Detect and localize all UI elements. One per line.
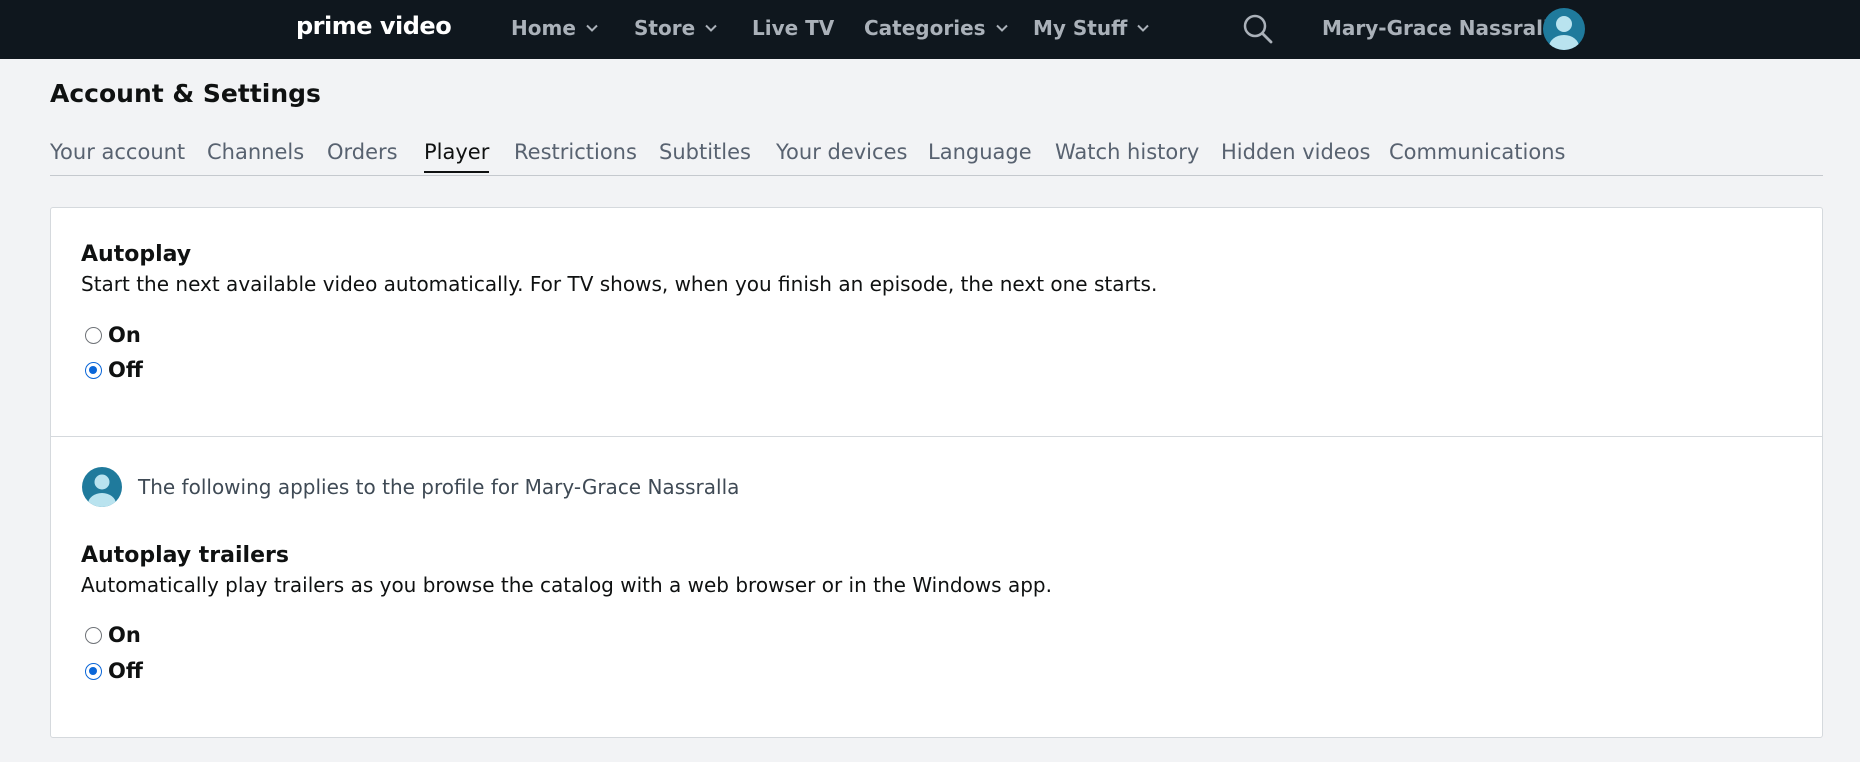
chevron-down-icon xyxy=(586,24,598,32)
autoplay-off-radio[interactable] xyxy=(85,361,102,379)
autoplay-trailers-on-label: On xyxy=(108,623,141,647)
section-divider xyxy=(51,436,1822,437)
autoplay-on-option[interactable]: On xyxy=(85,323,141,347)
profile-avatar-icon xyxy=(82,467,122,507)
nav-categories[interactable]: Categories xyxy=(864,16,1009,40)
autoplay-trailers-off-option[interactable]: Off xyxy=(85,659,143,683)
tab-your-account[interactable]: Your account xyxy=(50,140,185,164)
chevron-down-icon xyxy=(1137,24,1150,32)
nav-my-stuff-label: My Stuff xyxy=(1033,16,1128,40)
profile-notice: The following applies to the profile for… xyxy=(81,466,739,508)
tab-hidden-videos[interactable]: Hidden videos xyxy=(1221,140,1371,164)
page-title: Account & Settings xyxy=(50,79,321,108)
nav-categories-label: Categories xyxy=(864,16,986,40)
user-name[interactable]: Mary-Grace Nassralla xyxy=(1322,16,1563,40)
autoplay-trailers-off-label: Off xyxy=(108,659,143,683)
tab-restrictions[interactable]: Restrictions xyxy=(514,140,637,164)
autoplay-on-radio[interactable] xyxy=(85,326,102,344)
profile-notice-text: The following applies to the profile for… xyxy=(138,475,740,499)
autoplay-trailers-description: Automatically play trailers as you brows… xyxy=(81,573,1052,597)
tab-watch-history[interactable]: Watch history xyxy=(1055,140,1199,164)
nav-store[interactable]: Store xyxy=(634,16,718,40)
nav-my-stuff[interactable]: My Stuff xyxy=(1033,16,1150,40)
autoplay-on-label: On xyxy=(108,323,141,347)
user-avatar-icon[interactable] xyxy=(1542,7,1586,51)
chevron-down-icon xyxy=(995,24,1008,32)
tab-player[interactable]: Player xyxy=(424,140,490,173)
player-settings-card: Autoplay Start the next available video … xyxy=(50,207,1823,738)
prime-video-logo[interactable]: prime video xyxy=(296,12,452,40)
nav-home[interactable]: Home xyxy=(511,16,599,40)
nav-home-label: Home xyxy=(511,16,576,40)
nav-live-tv-label: Live TV xyxy=(752,16,835,40)
autoplay-off-option[interactable]: Off xyxy=(85,358,143,382)
autoplay-description: Start the next available video automatic… xyxy=(81,272,1158,296)
nav-store-label: Store xyxy=(634,16,696,40)
autoplay-off-label: Off xyxy=(108,358,143,382)
nav-live-tv[interactable]: Live TV xyxy=(752,16,834,40)
settings-tabs: Your account Channels Orders Player Rest… xyxy=(50,136,1823,176)
autoplay-trailers-on-radio[interactable] xyxy=(85,626,102,644)
autoplay-trailers-off-radio[interactable] xyxy=(85,662,102,680)
tab-language[interactable]: Language xyxy=(928,140,1032,164)
autoplay-title: Autoplay xyxy=(81,242,192,267)
autoplay-trailers-title: Autoplay trailers xyxy=(81,543,289,568)
top-nav: prime video Home Store Live TV Categorie… xyxy=(0,0,1860,59)
tab-subtitles[interactable]: Subtitles xyxy=(659,140,751,164)
tab-your-devices[interactable]: Your devices xyxy=(776,140,907,164)
tab-communications[interactable]: Communications xyxy=(1389,140,1565,164)
chevron-down-icon xyxy=(705,24,717,32)
autoplay-trailers-on-option[interactable]: On xyxy=(85,623,141,647)
tab-orders[interactable]: Orders xyxy=(327,140,398,164)
tab-channels[interactable]: Channels xyxy=(207,140,304,164)
search-icon[interactable] xyxy=(1241,12,1275,46)
